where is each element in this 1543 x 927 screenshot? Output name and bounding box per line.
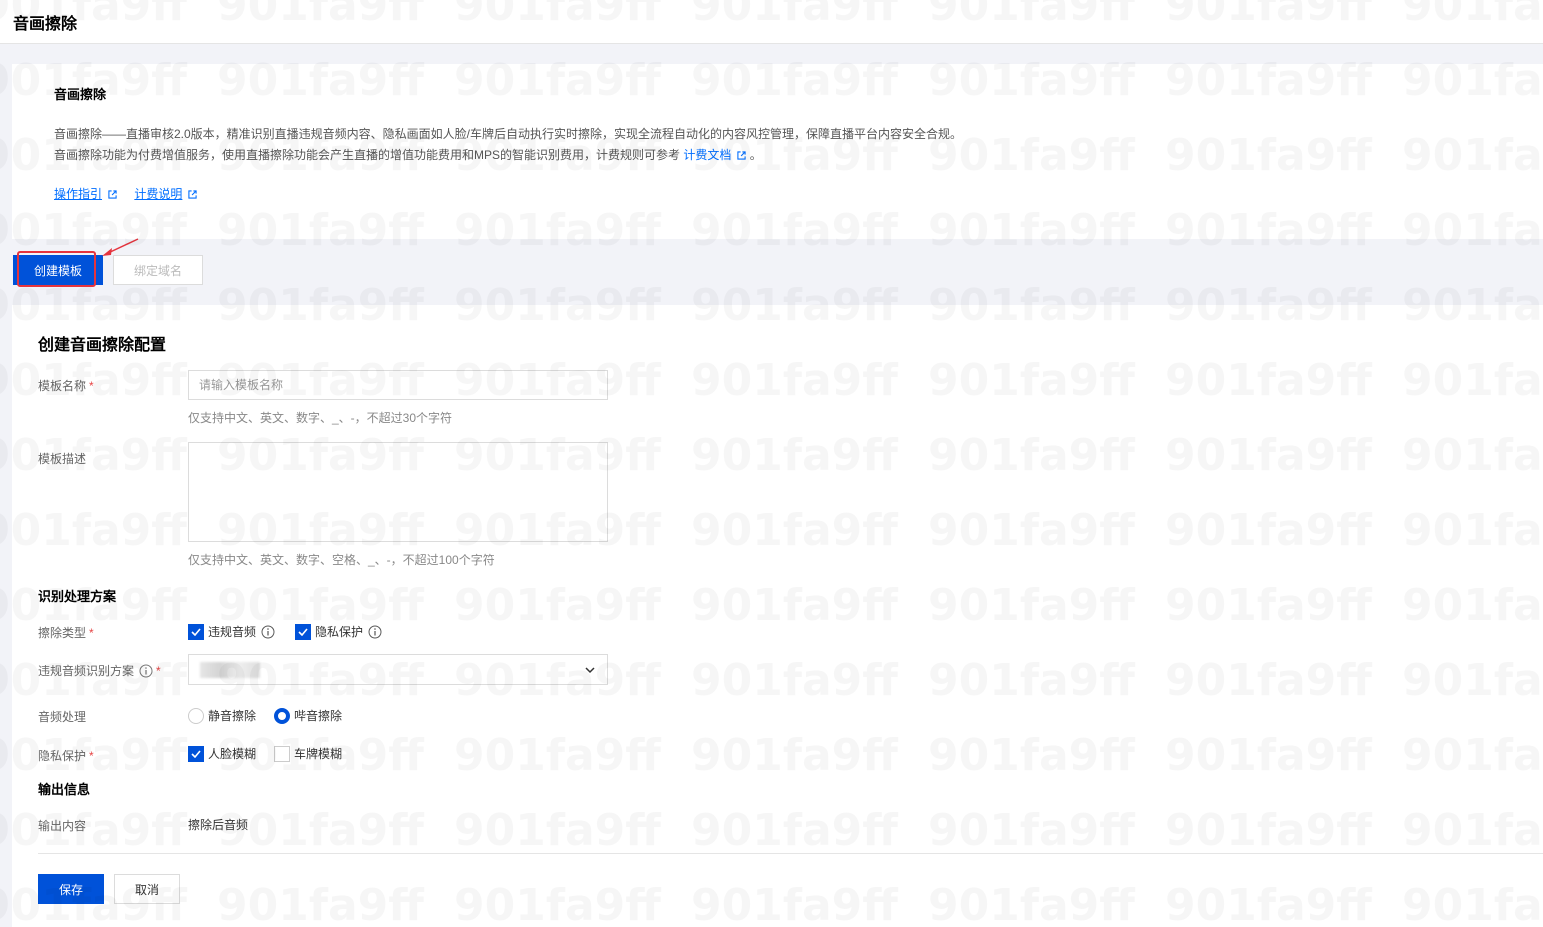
checkbox-box[interactable] <box>188 745 204 762</box>
intro-title: 音画擦除 <box>54 87 107 102</box>
select-value-redacted <box>200 662 260 678</box>
check-icon <box>191 627 201 636</box>
audio-scheme-select[interactable] <box>188 654 608 685</box>
erase-type-privacy-label: 隐私保护 <box>315 625 364 639</box>
audio-processing-label: 音频处理 <box>38 710 87 724</box>
save-button[interactable]: 保存 <box>38 874 104 904</box>
external-link-icon <box>188 190 198 199</box>
bind-domain-button[interactable]: 绑定域名 <box>113 255 203 285</box>
info-icon[interactable] <box>261 625 275 639</box>
intro-description-line2: 音画擦除功能为付费增值服务，使用直播擦除功能会产生直播的增值功能费用和MPS的智… <box>54 146 762 163</box>
info-icon[interactable] <box>139 664 153 678</box>
output-content-label: 输出内容 <box>38 819 87 833</box>
page-title: 音画擦除 <box>13 16 78 33</box>
output-section-title: 输出信息 <box>38 782 91 797</box>
intro-links: 操作指引 计费说明 <box>54 185 211 202</box>
privacy-plate-blur-checkbox[interactable]: 车牌模糊 <box>274 745 342 762</box>
guide-link-label: 操作指引 <box>54 187 103 201</box>
erase-type-audio-label: 违规音频 <box>208 625 257 639</box>
required-mark: * <box>89 626 94 640</box>
template-name-input[interactable] <box>188 370 608 400</box>
intro-description-suffix: 。 <box>749 148 762 162</box>
chevron-down-icon <box>585 667 595 674</box>
privacy-label-text: 隐私保护 <box>38 749 87 763</box>
audio-scheme-label: 违规音频识别方案 * <box>38 662 161 679</box>
erase-type-audio-checkbox[interactable]: 违规音频 <box>188 623 275 640</box>
intro-description-text: 音画擦除功能为付费增值服务，使用直播擦除功能会产生直播的增值功能费用和MPS的智… <box>54 148 681 162</box>
radio-circle[interactable] <box>188 707 204 724</box>
audio-processing-beep-label: 哔音擦除 <box>294 709 343 723</box>
divider <box>38 853 1543 854</box>
template-name-hint: 仅支持中文、英文、数字、_、-，不超过30个字符 <box>188 411 453 425</box>
output-content-value: 擦除后音频 <box>188 818 249 832</box>
info-icon[interactable] <box>368 625 382 639</box>
required-mark: * <box>89 379 94 393</box>
privacy-face-blur-label: 人脸模糊 <box>208 747 257 761</box>
billing-doc-link[interactable]: 计费文档 <box>683 148 749 162</box>
required-mark: * <box>89 749 94 763</box>
required-mark: * <box>156 663 161 678</box>
intro-card: 音画擦除 音画擦除——直播审核2.0版本，精准识别直播违规音频内容、隐私画面如人… <box>12 64 1543 239</box>
erase-type-privacy-checkbox[interactable]: 隐私保护 <box>295 623 382 640</box>
top-bar: 音画擦除 <box>0 0 1543 44</box>
audio-processing-mute-radio[interactable]: 静音擦除 <box>188 707 256 724</box>
billing-link-label: 计费说明 <box>134 187 183 201</box>
checkbox-box[interactable] <box>274 745 290 762</box>
erase-type-label-text: 擦除类型 <box>38 626 87 640</box>
intro-description-line1: 音画擦除——直播审核2.0版本，精准识别直播违规音频内容、隐私画面如人脸/车牌后… <box>54 127 963 141</box>
audio-processing-mute-label: 静音擦除 <box>208 709 257 723</box>
template-desc-hint: 仅支持中文、英文、数字、空格、_、-，不超过100个字符 <box>188 553 495 567</box>
privacy-plate-blur-label: 车牌模糊 <box>294 747 343 761</box>
check-icon <box>191 749 201 758</box>
radio-circle[interactable] <box>274 707 290 724</box>
template-name-label: 模板名称 * <box>38 377 94 394</box>
checkbox-box[interactable] <box>188 623 204 640</box>
audio-scheme-label-text: 违规音频识别方案 <box>38 664 135 678</box>
external-link-icon <box>737 151 747 160</box>
create-template-button[interactable]: 创建模板 <box>13 255 103 285</box>
recognition-section-title: 识别处理方案 <box>38 589 117 604</box>
erase-type-label: 擦除类型 * <box>38 624 94 641</box>
privacy-label: 隐私保护 * <box>38 747 94 764</box>
template-desc-label: 模板描述 <box>38 452 87 466</box>
billing-doc-link-label: 计费文档 <box>683 148 732 162</box>
audio-processing-beep-radio[interactable]: 哔音擦除 <box>274 707 342 724</box>
billing-link[interactable]: 计费说明 <box>134 187 198 201</box>
template-desc-textarea[interactable] <box>188 442 608 542</box>
checkbox-box[interactable] <box>295 623 311 640</box>
arrow-annotation-icon <box>102 238 139 256</box>
check-icon <box>298 627 308 636</box>
form-title: 创建音画擦除配置 <box>38 337 167 354</box>
external-link-icon <box>108 190 117 199</box>
template-name-label-text: 模板名称 <box>38 379 87 393</box>
cancel-button[interactable]: 取消 <box>114 874 180 904</box>
privacy-face-blur-checkbox[interactable]: 人脸模糊 <box>188 745 256 762</box>
guide-link[interactable]: 操作指引 <box>54 187 117 201</box>
